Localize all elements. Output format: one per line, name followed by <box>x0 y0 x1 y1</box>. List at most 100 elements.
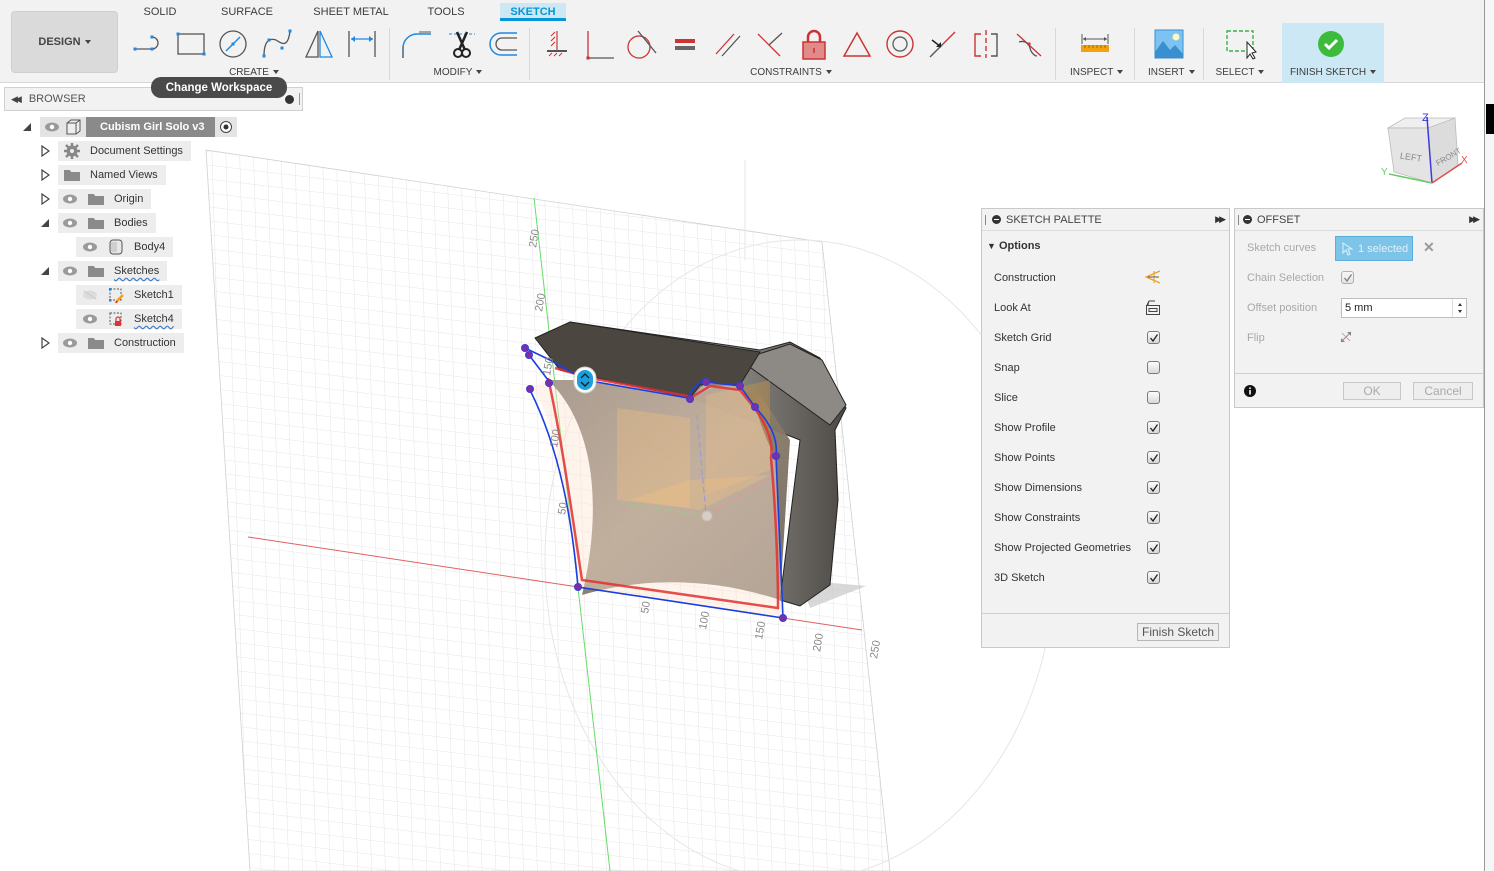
tab-sketch[interactable]: SKETCH <box>500 3 566 21</box>
parallel-constraint-button[interactable] <box>711 27 745 61</box>
expand-triangle-icon[interactable] <box>20 120 34 134</box>
offset-position-spinner[interactable] <box>1452 299 1466 317</box>
equal-constraint-button[interactable] <box>668 27 702 61</box>
minimize-icon[interactable] <box>992 215 1001 224</box>
show-constraints-checkbox[interactable] <box>1147 511 1160 524</box>
eye-icon[interactable] <box>62 266 78 276</box>
clear-selection-icon[interactable]: ✕ <box>1423 239 1435 256</box>
tab-solid[interactable]: SOLID <box>140 3 180 21</box>
eye-icon[interactable] <box>62 194 78 204</box>
modify-menu[interactable]: MODIFY <box>433 67 483 78</box>
show-points-checkbox[interactable] <box>1147 451 1160 464</box>
show-dimensions-checkbox[interactable] <box>1147 481 1160 494</box>
collinear-constraint-button[interactable] <box>925 27 959 61</box>
look-at-icon[interactable] <box>1145 300 1161 316</box>
sketch-palette-header[interactable]: SKETCH PALETTE ▶▶ <box>982 209 1229 231</box>
fix-constraint-button[interactable] <box>540 27 574 61</box>
offset-dialog-header[interactable]: OFFSET ▶▶ <box>1235 209 1483 231</box>
insert-menu[interactable]: INSERT <box>1148 67 1195 78</box>
browser-root-row[interactable]: Cubism Girl Solo v3 <box>20 117 237 137</box>
select-menu[interactable]: SELECT <box>1214 67 1266 78</box>
finish-sketch-palette-button[interactable]: Finish Sketch <box>1137 623 1219 641</box>
concentric-constraint-button[interactable] <box>883 27 917 61</box>
expand-triangle-icon[interactable] <box>38 192 52 206</box>
lock-constraint-button[interactable] <box>797 27 831 61</box>
insert-image-button[interactable] <box>1152 27 1186 61</box>
workspace-switcher-button[interactable]: DESIGN <box>11 11 118 73</box>
activate-radio-icon[interactable] <box>215 117 237 137</box>
browser-minimize-icon[interactable] <box>285 95 294 104</box>
browser-item-body4[interactable]: Body4 <box>76 237 174 257</box>
browser-item-construction[interactable]: Construction <box>38 333 184 353</box>
cancel-button[interactable]: Cancel <box>1413 382 1473 400</box>
divider <box>529 28 530 80</box>
snap-checkbox[interactable] <box>1147 361 1160 374</box>
expand-triangle-icon[interactable] <box>38 168 52 182</box>
measure-tool-button[interactable] <box>1078 27 1112 61</box>
browser-item-sketch1[interactable]: Sketch1 <box>76 285 182 305</box>
tab-tools[interactable]: TOOLS <box>424 3 468 21</box>
line-tool-button[interactable] <box>131 27 165 61</box>
midpoint-constraint-button[interactable] <box>840 27 874 61</box>
symmetry-constraint-button[interactable] <box>969 27 1003 61</box>
info-icon[interactable] <box>1244 385 1256 397</box>
expand-dialog-icon[interactable]: ▶▶ <box>1469 214 1480 225</box>
3d-viewport[interactable]: 250 200 150 100 50 50 100 150 200 250 LE… <box>0 84 1484 871</box>
3d-sketch-checkbox[interactable] <box>1147 571 1160 584</box>
offset-manipulator-handle[interactable] <box>573 366 597 394</box>
offset-tool-button[interactable] <box>486 27 520 61</box>
offset-position-input[interactable] <box>1342 299 1450 317</box>
browser-item-sketches[interactable]: Sketches <box>38 261 168 281</box>
circle-tool-button[interactable] <box>216 27 250 61</box>
eye-icon[interactable] <box>44 122 60 132</box>
select-tool-button[interactable] <box>1224 27 1258 61</box>
sketch-grid-checkbox[interactable] <box>1147 331 1160 344</box>
fillet-tool-button[interactable] <box>400 27 434 61</box>
construction-icon[interactable] <box>1145 270 1161 284</box>
browser-pin-handle[interactable] <box>299 93 300 105</box>
browser-item-named-views[interactable]: Named Views <box>38 165 166 185</box>
eye-icon[interactable] <box>82 314 98 324</box>
expand-triangle-icon[interactable] <box>38 336 52 350</box>
show-projected-geometries-checkbox[interactable] <box>1147 541 1160 554</box>
show-profile-checkbox[interactable] <box>1147 421 1160 434</box>
curvature-constraint-button[interactable] <box>1012 27 1046 61</box>
inspect-menu[interactable]: INSPECT <box>1070 67 1124 78</box>
eye-icon[interactable] <box>62 338 78 348</box>
options-section-toggle[interactable]: ▼ Options <box>987 240 1041 252</box>
spline-tool-button[interactable] <box>259 27 293 61</box>
browser-item-document-settings[interactable]: Document Settings <box>38 141 191 161</box>
eye-icon[interactable] <box>62 218 78 228</box>
slice-checkbox[interactable] <box>1147 391 1160 404</box>
collapse-triangle-icon[interactable] <box>38 264 52 278</box>
browser-item-bodies[interactable]: Bodies <box>38 213 156 233</box>
collapse-browser-icon[interactable]: ◀◀ <box>11 94 22 105</box>
trim-tool-button[interactable] <box>444 27 478 61</box>
drag-handle[interactable] <box>985 215 986 225</box>
chain-selection-checkbox[interactable] <box>1341 271 1354 284</box>
ok-button[interactable]: OK <box>1343 382 1401 400</box>
tab-sheet-metal[interactable]: SHEET METAL <box>312 3 390 21</box>
constraints-menu[interactable]: CONSTRAINTS <box>749 67 833 78</box>
eye-icon[interactable] <box>82 242 98 252</box>
collapse-triangle-icon[interactable] <box>38 216 52 230</box>
browser-item-sketch4[interactable]: Sketch4 <box>76 309 182 329</box>
perpendicular-constraint-button[interactable] <box>753 27 787 61</box>
expand-triangle-icon[interactable] <box>38 144 52 158</box>
sketch-curves-selection-button[interactable]: 1 selected <box>1335 236 1413 261</box>
coincident-constraint-button[interactable] <box>583 27 617 61</box>
ribbon-toolbar: DESIGN SOLID SURFACE SHEET METAL TOOLS S… <box>0 0 1484 83</box>
browser-item-origin[interactable]: Origin <box>38 189 152 209</box>
expand-palette-icon[interactable]: ▶▶ <box>1215 214 1226 225</box>
finish-sketch-button[interactable]: FINISH SKETCH <box>1282 23 1384 83</box>
sketch-dimension-tool-button[interactable] <box>345 27 379 61</box>
drag-handle[interactable] <box>1238 215 1239 225</box>
eye-hidden-icon[interactable] <box>82 290 98 300</box>
viewcube[interactable]: LEFT FRONT Z X Y <box>1381 112 1468 184</box>
rectangle-tool-button[interactable] <box>174 27 208 61</box>
tab-surface[interactable]: SURFACE <box>218 3 276 21</box>
minimize-icon[interactable] <box>1243 215 1252 224</box>
mirror-tool-button[interactable] <box>302 27 336 61</box>
flip-icon[interactable] <box>1339 330 1353 344</box>
tangent-constraint-button[interactable] <box>625 27 659 61</box>
